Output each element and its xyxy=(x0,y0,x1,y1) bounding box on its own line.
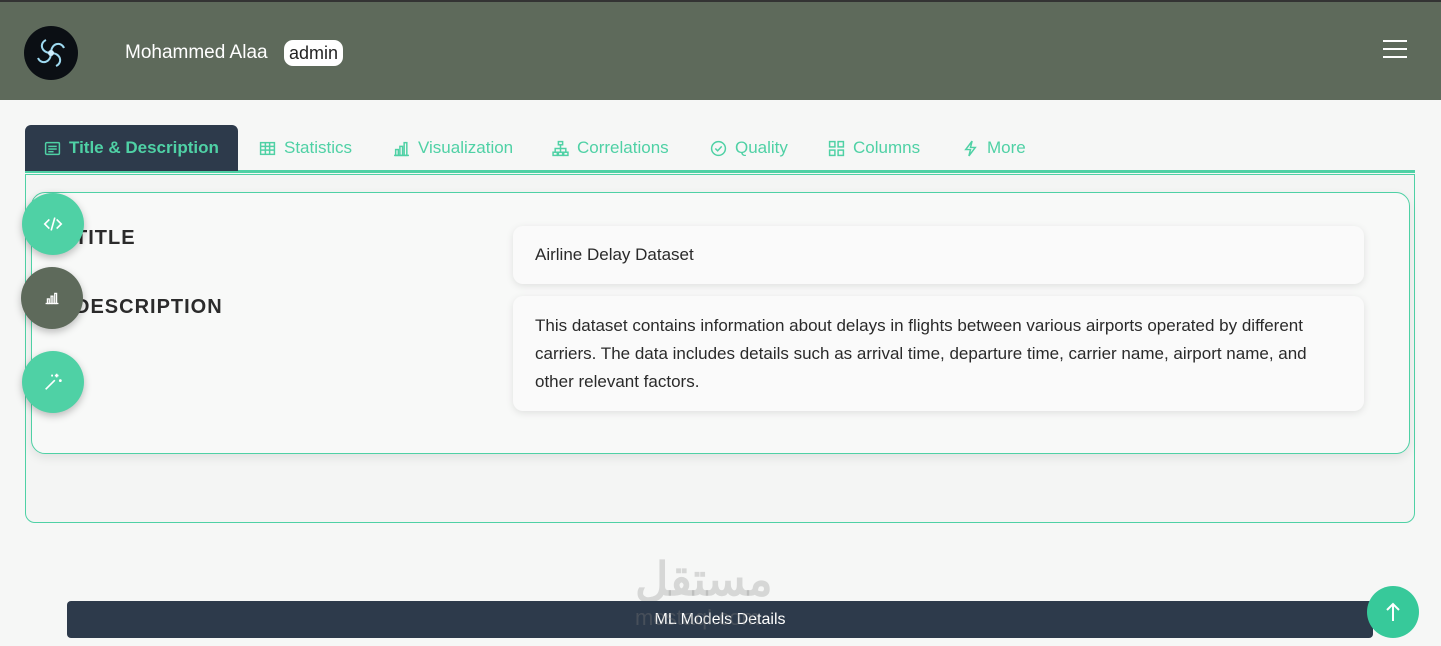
tab-correlations[interactable]: Correlations xyxy=(552,125,669,171)
title-label: TITLE xyxy=(75,227,136,249)
tab-statistics[interactable]: Statistics xyxy=(259,125,352,171)
hierarchy-icon xyxy=(552,140,569,156)
role-badge: admin xyxy=(284,40,344,66)
tab-bar: Title & Description Statistics Visualiza… xyxy=(25,125,1415,173)
bar-chart-icon xyxy=(45,292,59,305)
watermark-url: mostaql.com xyxy=(635,605,760,630)
tab-label: Statistics xyxy=(284,138,353,157)
swirl-logo-icon[interactable] xyxy=(24,26,78,80)
tab-quality[interactable]: Quality xyxy=(710,125,788,171)
document-icon xyxy=(44,141,61,155)
check-circle-icon xyxy=(710,140,727,156)
tab-label: Visualization xyxy=(418,138,514,157)
tab-visualization[interactable]: Visualization xyxy=(393,125,513,171)
tab-label: Columns xyxy=(853,138,921,157)
top-bar: Mohammed Alaa admin xyxy=(0,0,1441,100)
tab-label: Title & Description xyxy=(69,138,219,157)
tab-label: Quality xyxy=(735,138,788,157)
table-icon xyxy=(259,141,276,155)
magic-wand-icon xyxy=(45,373,62,390)
tab-more[interactable]: More xyxy=(962,125,1026,171)
lightning-icon xyxy=(964,140,977,156)
scroll-to-top-button[interactable] xyxy=(1367,586,1419,638)
user-name: Mohammed Alaa xyxy=(125,42,268,63)
tab-columns[interactable]: Columns xyxy=(828,125,920,171)
tab-label: Correlations xyxy=(577,138,669,157)
bar-chart-icon xyxy=(394,141,409,156)
description-value: This dataset contains information about … xyxy=(513,296,1364,411)
code-button[interactable] xyxy=(22,193,84,255)
chart-button[interactable] xyxy=(21,267,83,329)
description-label: DESCRIPTION xyxy=(75,296,223,318)
grid-icon xyxy=(828,140,845,156)
tab-label: More xyxy=(987,138,1026,157)
arrow-up-icon xyxy=(1386,602,1400,621)
watermark: مستقل xyxy=(635,553,773,605)
magic-wand-button[interactable] xyxy=(22,351,84,413)
code-icon xyxy=(43,217,63,231)
tab-title-description[interactable]: Title & Description xyxy=(25,125,238,171)
title-value: Airline Delay Dataset xyxy=(513,226,1364,284)
hamburger-icon[interactable] xyxy=(1383,40,1407,62)
